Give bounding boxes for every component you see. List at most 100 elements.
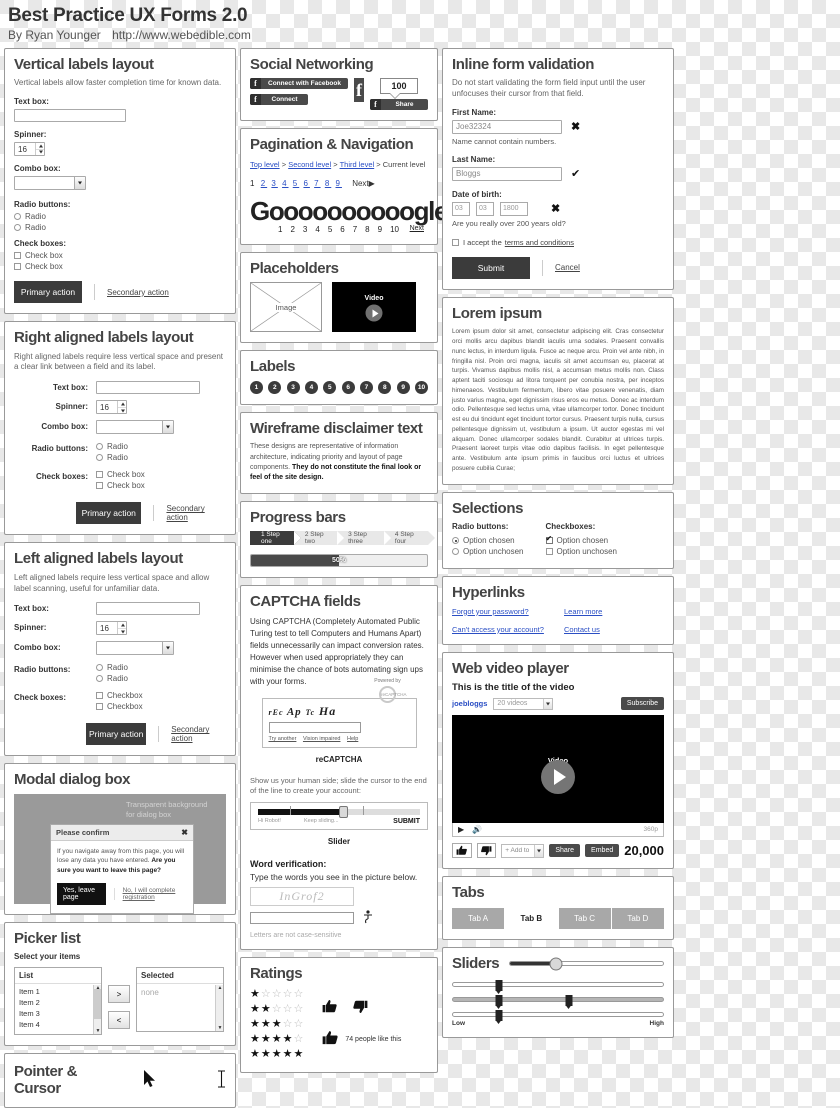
primary-action-button[interactable]: Primary action: [76, 502, 142, 525]
checkbox-icon[interactable]: [96, 703, 103, 711]
progress-step[interactable]: 4 Step four: [383, 531, 436, 546]
chevron-down-icon[interactable]: [162, 642, 173, 655]
scroll-up-icon[interactable]: ▲: [218, 985, 223, 991]
google-page[interactable]: 10: [390, 225, 399, 234]
slider-handle[interactable]: [495, 980, 503, 995]
list-item[interactable]: Item 2: [19, 998, 97, 1007]
dob-day-input[interactable]: [452, 201, 470, 216]
star-row[interactable]: ★★★★★: [250, 1047, 304, 1062]
tab-d[interactable]: Tab D: [611, 907, 664, 929]
star-row[interactable]: ★★★☆☆: [250, 1017, 304, 1032]
pager-page[interactable]: 9: [336, 179, 342, 188]
dob-month-input[interactable]: [476, 201, 494, 216]
play-button-icon[interactable]: ▶: [458, 825, 464, 834]
picker-remove-button[interactable]: <: [108, 1011, 130, 1030]
star-row[interactable]: ★★★★☆: [250, 1032, 304, 1047]
radio-icon[interactable]: [14, 213, 21, 221]
checkbox-icon[interactable]: [545, 534, 553, 545]
checkbox-option[interactable]: Check box: [96, 470, 226, 479]
slider-track-1[interactable]: [509, 957, 664, 971]
captcha-try-another-link[interactable]: Try another: [269, 736, 297, 742]
slider-handle[interactable]: [495, 1010, 503, 1025]
last-name-input[interactable]: [452, 166, 562, 181]
tab-a[interactable]: Tab A: [452, 907, 506, 929]
captcha-help-link[interactable]: Help: [347, 736, 358, 742]
connect-with-facebook-button[interactable]: f Connect with Facebook: [250, 78, 348, 90]
thumbs-down-icon[interactable]: [476, 843, 497, 859]
left-textbox-input[interactable]: [96, 602, 200, 616]
slider-track-3[interactable]: [452, 995, 664, 1010]
checkbox-option[interactable]: Check box: [14, 262, 226, 271]
left-combo-box[interactable]: [96, 641, 174, 656]
left-spinner[interactable]: 16: [96, 621, 127, 636]
thumbs-up-icon[interactable]: [322, 999, 338, 1017]
scroll-down-icon[interactable]: ▼: [96, 1028, 101, 1034]
vertical-textbox-input[interactable]: [14, 109, 126, 123]
video-quality-label[interactable]: 360p: [644, 826, 658, 833]
checkbox-option-unchosen[interactable]: Option unchosen: [545, 547, 617, 556]
facebook-square-icon[interactable]: f: [354, 78, 364, 103]
radio-icon[interactable]: [452, 548, 459, 556]
radio-option[interactable]: Radio: [96, 663, 226, 672]
checkbox-option[interactable]: Check box: [96, 481, 226, 490]
share-button[interactable]: Share: [549, 844, 581, 858]
chevron-down-icon[interactable]: [74, 177, 85, 190]
checkbox-icon[interactable]: [14, 252, 21, 260]
google-page[interactable]: 9: [378, 225, 382, 234]
primary-action-button[interactable]: Primary action: [14, 281, 82, 304]
radio-option[interactable]: Radio: [96, 453, 226, 462]
checkbox-icon[interactable]: [96, 471, 103, 479]
secondary-action-link[interactable]: Secondary action: [171, 725, 226, 743]
modal-cancel-link[interactable]: No, I will complete registration: [123, 887, 187, 901]
google-page[interactable]: 2: [290, 225, 294, 234]
pager-page[interactable]: 2: [261, 179, 267, 188]
picker-source-list[interactable]: List Item 1 Item 2 Item 3 Item 4 ▲ ▼: [14, 967, 102, 1036]
dob-year-input[interactable]: [500, 201, 528, 216]
breadcrumb-link-top[interactable]: Top level: [250, 160, 280, 169]
tab-b[interactable]: Tab B: [505, 907, 559, 929]
terms-row[interactable]: I accept the terms and conditions: [452, 238, 664, 247]
picker-source-items[interactable]: Item 1 Item 2 Item 3 Item 4: [15, 984, 101, 1034]
google-page[interactable]: 5: [328, 225, 332, 234]
pager-page[interactable]: 6: [303, 179, 309, 188]
picker-selected-list[interactable]: Selected none ▲ ▼: [136, 967, 224, 1033]
checkbox-option[interactable]: Checkbox: [96, 702, 226, 711]
pager-page[interactable]: 3: [271, 179, 277, 188]
link-forgot-password[interactable]: Forgot your password?: [452, 607, 552, 616]
scroll-down-icon[interactable]: ▼: [218, 1025, 223, 1031]
volume-icon[interactable]: 🔊: [472, 825, 482, 834]
slider-track-2[interactable]: [452, 980, 664, 995]
scrollbar[interactable]: ▲ ▼: [93, 985, 101, 1035]
videos-count-select[interactable]: 20 videos: [493, 697, 554, 710]
scrollbar[interactable]: ▲ ▼: [215, 985, 223, 1032]
pager-page[interactable]: 7: [314, 179, 320, 188]
pager-page[interactable]: 5: [293, 179, 299, 188]
vertical-spinner[interactable]: 16: [14, 142, 45, 157]
list-item[interactable]: Item 1: [19, 987, 97, 996]
first-name-input[interactable]: [452, 119, 562, 134]
chevron-down-icon[interactable]: [534, 844, 544, 857]
pager-next-label[interactable]: Next: [352, 179, 368, 188]
picker-add-button[interactable]: >: [108, 985, 130, 1004]
link-cant-access-account[interactable]: Can't access your account?: [452, 625, 552, 634]
right-spinner[interactable]: 16: [96, 400, 127, 415]
cancel-link[interactable]: Cancel: [555, 263, 580, 272]
tab-c[interactable]: Tab C: [558, 907, 612, 929]
list-item[interactable]: Item 3: [19, 1009, 97, 1018]
captcha-vision-link[interactable]: Vision impaired: [303, 736, 341, 742]
word-verification-input[interactable]: [250, 912, 354, 925]
checkbox-option[interactable]: Check box: [14, 251, 226, 260]
google-page[interactable]: 8: [365, 225, 369, 234]
terms-link[interactable]: terms and conditions: [505, 238, 574, 247]
secondary-action-link[interactable]: Secondary action: [166, 504, 226, 522]
checkbox-icon[interactable]: [14, 263, 21, 271]
play-icon[interactable]: [541, 759, 575, 794]
progress-step[interactable]: 2 Step two: [293, 531, 345, 546]
thumbs-up-icon[interactable]: [452, 843, 472, 859]
spinner-arrows-icon[interactable]: [117, 401, 126, 414]
video-uploader-link[interactable]: joebloggs: [452, 699, 487, 708]
link-learn-more[interactable]: Learn more: [564, 607, 664, 616]
google-page[interactable]: 6: [340, 225, 344, 234]
close-icon[interactable]: ✖: [181, 828, 188, 837]
right-textbox-input[interactable]: [96, 381, 200, 395]
